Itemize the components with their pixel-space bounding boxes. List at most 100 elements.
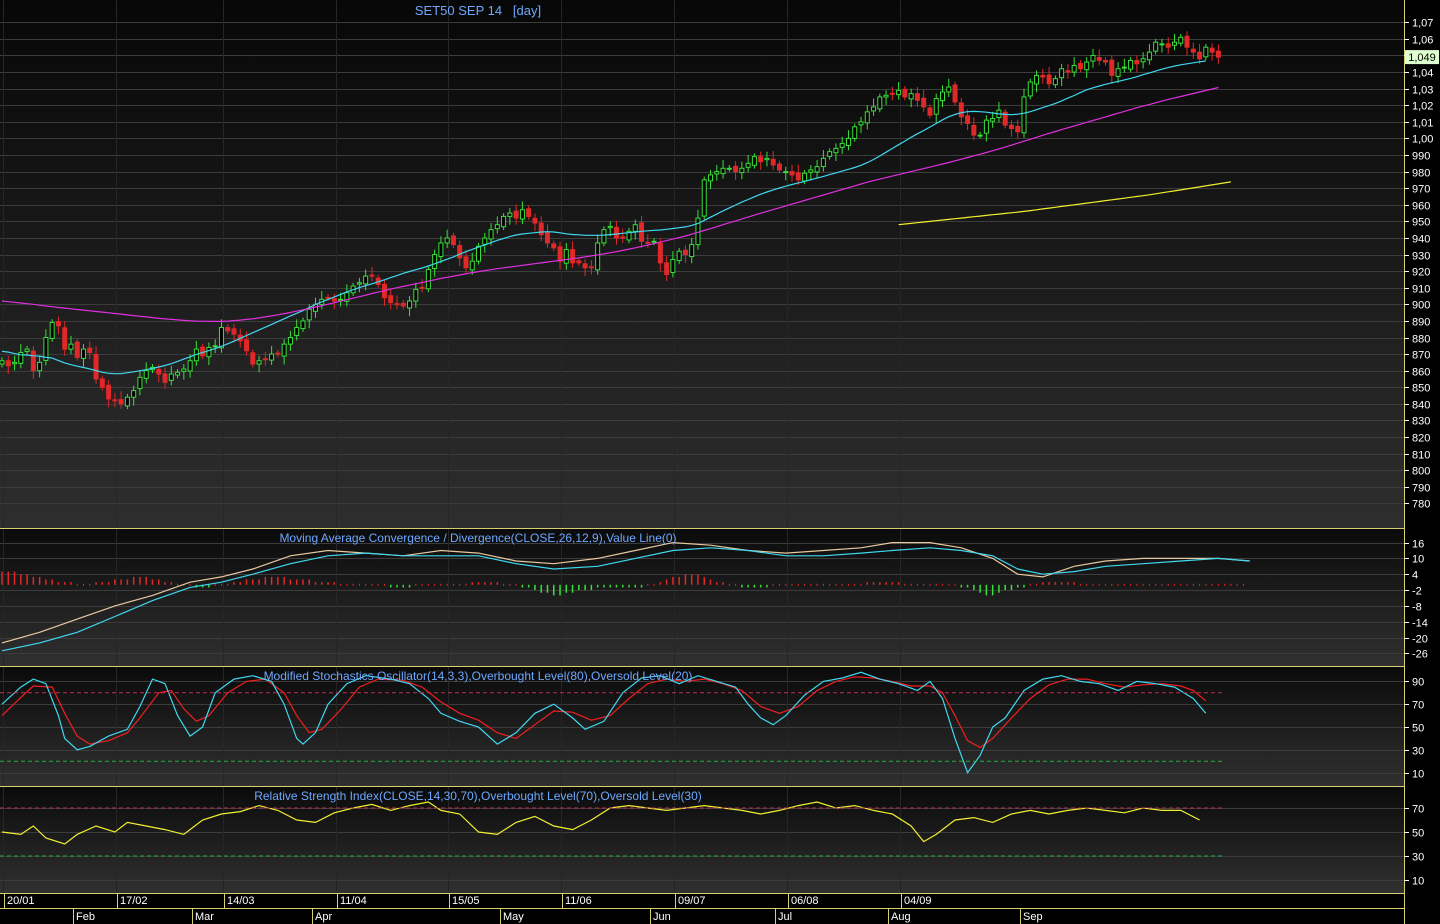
rsi-y-tick-label: 50 [1412,828,1424,840]
candle-body [68,343,74,350]
candle-body [81,348,87,359]
price-y-tick-label: 820 [1412,433,1430,445]
candle-body [1059,68,1065,79]
candle-body [871,106,877,112]
candle-body [720,167,726,175]
month-tick-label: Jul [778,911,792,923]
candle-body [670,259,676,273]
candle-body [795,172,801,181]
candle-body [783,171,789,174]
month-tick-label: May [503,911,524,923]
candle-body [1090,54,1096,62]
candle-body [971,124,977,136]
candle-body [563,249,569,264]
candle-body [708,174,714,182]
candle-body [300,320,306,330]
price-y-tick-label: 920 [1412,267,1430,279]
candle-body [883,94,889,98]
candle-body [187,360,193,372]
candle-body [256,360,262,365]
candle-body [607,225,613,229]
candle-body [87,347,93,353]
price-y-tick-label: 940 [1412,234,1430,246]
candle-body [1215,50,1221,58]
candle-body [820,157,826,168]
price-y-tick-label: 890 [1412,317,1430,329]
candle-body [657,242,663,264]
candle-body [940,91,945,102]
candle-body [482,237,488,245]
candle-body [952,84,958,103]
candle-body [682,249,688,256]
candle-body [281,343,287,357]
candle-body [1040,74,1046,78]
last-price-tag: 1,049 [1405,50,1439,65]
candle-body [1197,51,1203,60]
candle-body [1140,58,1146,63]
candle-body [1008,124,1014,129]
price-y-tick-label: 950 [1412,217,1430,229]
rsi-y-tick-label: 10 [1412,876,1424,888]
month-tick-label: Aug [891,911,911,923]
svg-text:1,049: 1,049 [1408,52,1436,64]
candle-body [99,378,105,388]
candle-body [1209,47,1215,53]
stochastic-y-tick-label: 70 [1412,700,1424,712]
candle-body [488,229,494,240]
candle-body [62,327,68,350]
candle-body [425,268,431,290]
candle-body [12,361,18,365]
candle-body [983,119,989,134]
stochastic-title: Modified Stochastics Oscillator(14,3,3),… [264,669,693,683]
candle-body [544,232,550,244]
candle-body [124,396,130,407]
date-tick-label: 15/05 [452,895,480,907]
price-y-tick-label: 800 [1412,466,1430,478]
candle-body [701,179,707,217]
candle-body [212,345,218,348]
candle-body [1077,62,1083,70]
macd-y-tick-label: -14 [1412,618,1428,630]
candle-body [363,275,369,285]
candle-body [494,224,500,230]
month-tick-label: Apr [315,911,332,923]
chart-canvas[interactable]: 1,071,061,051,041,031,021,011,0099098097… [0,0,1440,924]
price-y-tick-label: 990 [1412,151,1430,163]
candle-body [902,88,908,98]
candle-body [501,215,507,228]
candle-body [1103,59,1109,63]
candle-body [1109,59,1115,76]
candle-body [1134,59,1140,65]
chart-title: SET50 SEP 14 [day] [415,3,541,18]
candle-body [977,134,983,137]
candle-body [444,237,450,244]
month-tick-label: Feb [76,911,95,923]
candle-body [532,217,538,224]
candle-body [400,302,406,307]
macd-y-tick-label: 16 [1412,539,1424,551]
date-tick-label: 11/04 [340,895,367,907]
rsi-panel [0,786,1404,893]
candle-body [49,322,55,340]
candle-body [927,107,933,116]
stochastic-y-tick-label: 90 [1412,677,1424,689]
candle-body [1146,51,1152,61]
date-tick-label: 06/08 [791,895,819,907]
candle-body [576,260,582,264]
candle-body [933,98,939,115]
candle-body [331,298,337,302]
date-tick-label: 17/02 [120,895,148,907]
macd-y-tick-label: -2 [1412,586,1422,598]
candle-body [676,250,682,262]
candle-body [570,249,576,264]
date-tick-label: 11/06 [565,895,592,907]
candle-body [394,303,400,306]
candle-body [269,353,275,361]
candle-body [306,308,312,321]
stochastic-y-tick-label: 30 [1412,746,1424,758]
candle-body [275,352,281,355]
stochastic-y-tick-label: 10 [1412,769,1424,781]
candle-body [356,282,362,285]
candle-body [714,171,720,175]
candle-body [1027,81,1033,97]
